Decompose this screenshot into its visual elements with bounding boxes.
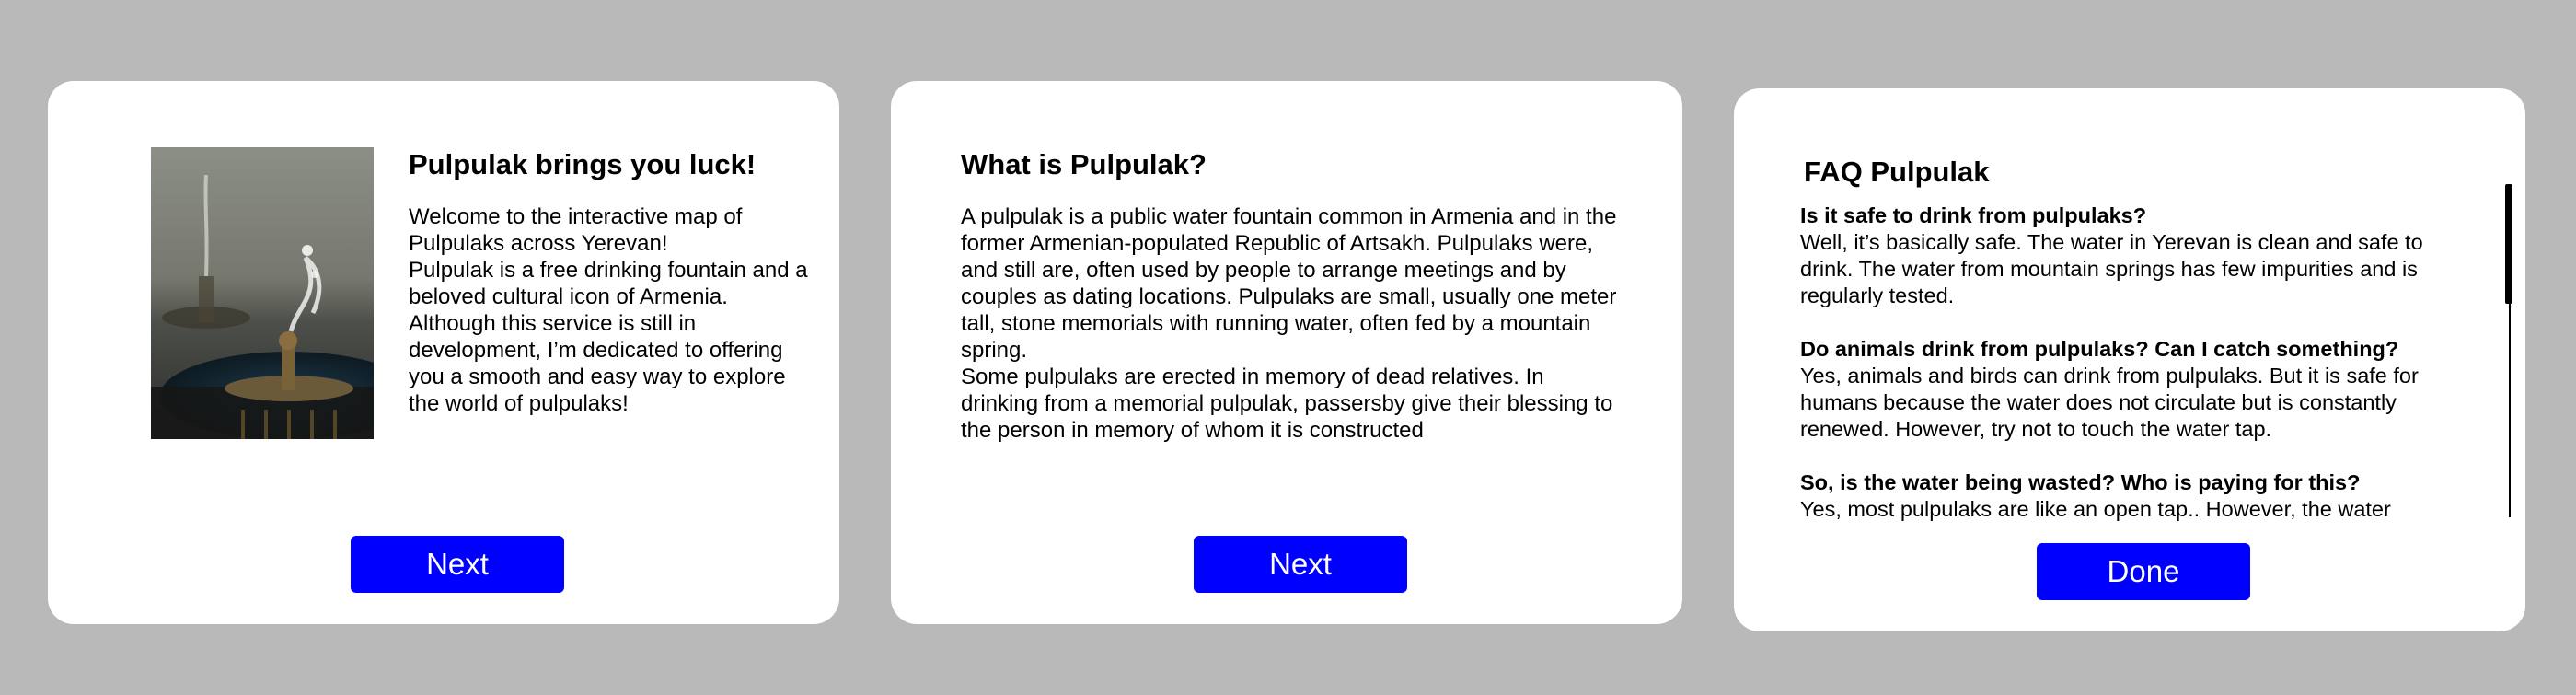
intro-card: Pulpulak brings you luck! Welcome to the… [48,81,839,624]
faq-card: FAQ Pulpulak Is it safe to drink from pu… [1734,88,2525,631]
faq-answer: Yes, most pulpulaks are like an open tap… [1800,497,2391,521]
next-button[interactable]: Next [1194,536,1407,593]
faq-question: So, is the water being wasted? Who is pa… [1800,470,2361,494]
card-title: FAQ Pulpulak [1804,156,1990,188]
faq-answer: Well, it’s basically safe. The water in … [1800,230,2423,307]
what-is-card: What is Pulpulak? A pulpulak is a public… [891,81,1682,624]
faq-answer: Yes, animals and birds can drink from pu… [1800,364,2419,441]
body-paragraph: Pulpulak is a free drinking fountain and… [409,258,808,416]
card-body-text: Welcome to the interactive map of Pulpul… [409,203,814,417]
faq-question: Is it safe to drink from pulpulaks? [1800,203,2147,227]
body-paragraph: Welcome to the interactive map of Pulpul… [409,204,743,256]
body-paragraph: Some pulpulaks are erected in memory of … [961,365,1613,443]
card-title: Pulpulak brings you luck! [409,148,757,180]
done-button[interactable]: Done [2037,543,2250,600]
card-title: What is Pulpulak? [961,148,1207,180]
scrollbar-thumb[interactable] [2505,184,2512,304]
next-button[interactable]: Next [351,536,564,593]
faq-question: Do animals drink from pulpulaks? Can I c… [1800,337,2399,361]
card-body-text: A pulpulak is a public water fountain co… [961,203,1623,444]
pulpulak-fountain-photo [151,147,374,439]
body-paragraph: A pulpulak is a public water fountain co… [961,204,1617,363]
